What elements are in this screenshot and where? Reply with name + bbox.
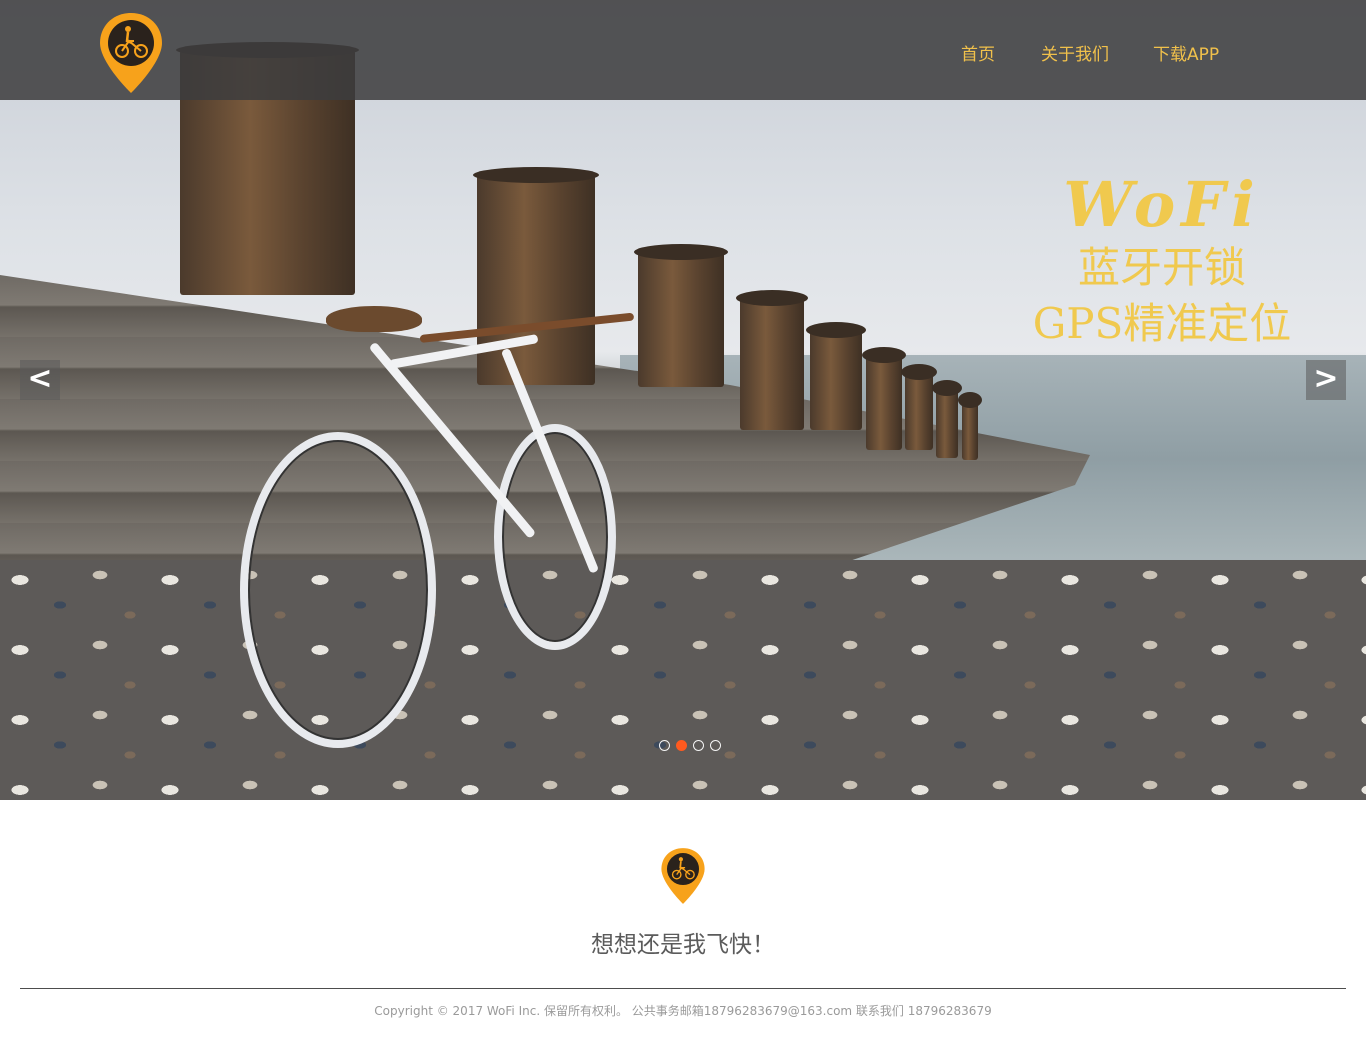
wooden-post <box>862 347 906 450</box>
carousel-dot-2[interactable] <box>676 740 687 751</box>
carousel-dot-3[interactable] <box>693 740 704 751</box>
carousel-next-button[interactable]: > <box>1306 360 1346 400</box>
wooden-post <box>806 322 866 430</box>
bicycle-saddle <box>326 306 422 332</box>
nav-item-home[interactable]: 首页 <box>961 40 995 65</box>
wooden-post <box>932 380 962 458</box>
wofi-small-logo-icon <box>661 848 705 904</box>
hero-brand-text: WoFi <box>1063 168 1261 241</box>
wooden-post <box>634 244 728 387</box>
wooden-post <box>736 290 808 430</box>
hero-line-gps: GPS精准定位 <box>1032 299 1292 348</box>
hero-carousel: WoFi 蓝牙开锁 GPS精准定位 < > <box>0 0 1366 800</box>
hero-slogan: WoFi 蓝牙开锁 GPS精准定位 <box>1002 170 1322 352</box>
bicycle-front-wheel <box>494 424 616 650</box>
wooden-post <box>958 392 982 460</box>
hero-line-bluetooth: 蓝牙开锁 <box>1077 243 1246 292</box>
top-navbar: 首页 关于我们 下载APP <box>0 0 1366 100</box>
pebble-beach <box>0 560 1366 800</box>
tagline: 想想还是我飞快！ <box>591 932 775 958</box>
bicycle-rear-wheel <box>240 432 436 748</box>
nav-item-about[interactable]: 关于我们 <box>1041 40 1109 65</box>
nav-item-download-app[interactable]: 下载APP <box>1153 40 1219 65</box>
footer-divider <box>20 988 1346 989</box>
main-nav: 首页 关于我们 下载APP <box>0 40 1366 65</box>
carousel-dot-1[interactable] <box>659 740 670 751</box>
wooden-post <box>473 167 599 385</box>
carousel-prev-button[interactable]: < <box>20 360 60 400</box>
footer-copyright: Copyright © 2017 WoFi Inc. 保留所有权利。 公共事务邮… <box>374 1004 992 1018</box>
carousel-dot-4[interactable] <box>710 740 721 751</box>
wooden-post <box>901 364 937 450</box>
